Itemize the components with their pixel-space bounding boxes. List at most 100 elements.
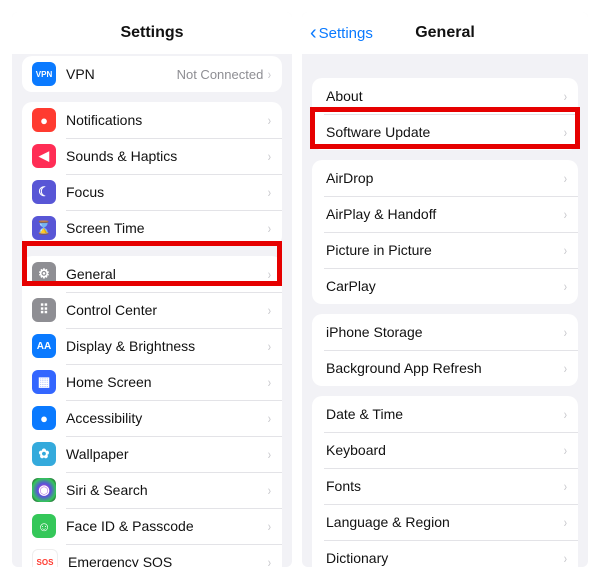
general-row-date-time[interactable]: Date & Time› (312, 396, 578, 432)
gear-icon: ⚙ (32, 262, 56, 286)
row-label: Fonts (326, 478, 563, 494)
settings-row-faceid-passcode[interactable]: ☺ Face ID & Passcode› (22, 508, 282, 544)
settings-row-sounds-haptics[interactable]: ◀ Sounds & Haptics› (22, 138, 282, 174)
row-value: Not Connected (177, 67, 264, 82)
general-row-about[interactable]: About› (312, 78, 578, 114)
row-label: VPN (66, 66, 177, 82)
chevron-right-icon: › (268, 410, 271, 426)
general-pane: ‹ Settings General About›Software Update… (302, 12, 588, 567)
row-label: Screen Time (66, 220, 267, 236)
flower-icon: ✿ (32, 442, 56, 466)
settings-row-focus[interactable]: ☾ Focus› (22, 174, 282, 210)
row-label: iPhone Storage (326, 324, 563, 340)
settings-row-vpn[interactable]: VPN VPN Not Connected › (22, 56, 282, 92)
person-icon: ● (32, 406, 56, 430)
row-label: AirPlay & Handoff (326, 206, 563, 222)
row-label: About (326, 88, 563, 104)
row-label: Accessibility (66, 410, 267, 426)
chevron-right-icon: › (564, 124, 567, 140)
row-label: Control Center (66, 302, 267, 318)
face-icon: ☺ (32, 514, 56, 538)
row-label: Siri & Search (66, 482, 267, 498)
row-label: General (66, 266, 267, 282)
row-label: Sounds & Haptics (66, 148, 267, 164)
row-label: Picture in Picture (326, 242, 563, 258)
chevron-right-icon: › (268, 554, 271, 567)
row-label: Display & Brightness (66, 338, 267, 354)
vpn-icon: VPN (32, 62, 56, 86)
chevron-right-icon: › (564, 242, 567, 258)
settings-row-notifications[interactable]: ● Notifications› (22, 102, 282, 138)
settings-group-vpn: VPN VPN Not Connected › (22, 56, 282, 92)
back-button[interactable]: ‹ Settings (310, 12, 373, 54)
settings-group-3: ⚙General›⠿Control Center›AADisplay & Bri… (22, 256, 282, 567)
general-row-airdrop[interactable]: AirDrop› (312, 160, 578, 196)
row-label: Date & Time (326, 406, 563, 422)
bell-icon: ● (32, 108, 56, 132)
general-header: ‹ Settings General (302, 12, 588, 54)
row-label: Notifications (66, 112, 267, 128)
general-row-iphone-storage[interactable]: iPhone Storage› (312, 314, 578, 350)
chevron-right-icon: › (268, 446, 271, 462)
general-row-language-region[interactable]: Language & Region› (312, 504, 578, 540)
settings-header: Settings (12, 12, 292, 54)
sos-icon: SOS (32, 549, 58, 567)
general-row-picture-in-picture[interactable]: Picture in Picture› (312, 232, 578, 268)
aa-icon: AA (32, 334, 56, 358)
chevron-right-icon: › (564, 324, 567, 340)
settings-row-display-brightness[interactable]: AA Display & Brightness› (22, 328, 282, 364)
general-row-background-app-refresh[interactable]: Background App Refresh› (312, 350, 578, 386)
back-label: Settings (319, 25, 373, 42)
row-label: Face ID & Passcode (66, 518, 267, 534)
chevron-right-icon: › (564, 550, 567, 566)
moon-icon: ☾ (32, 180, 56, 204)
settings-row-emergency-sos[interactable]: SOS Emergency SOS› (22, 544, 282, 567)
row-label: Emergency SOS (68, 554, 267, 567)
chevron-right-icon: › (268, 518, 271, 534)
row-label: Language & Region (326, 514, 563, 530)
chevron-right-icon: › (268, 374, 271, 390)
general-row-fonts[interactable]: Fonts› (312, 468, 578, 504)
row-label: Software Update (326, 124, 563, 140)
row-label: Wallpaper (66, 446, 267, 462)
speaker-icon: ◀ (32, 144, 56, 168)
general-row-software-update[interactable]: Software Update› (312, 114, 578, 150)
row-label: Home Screen (66, 374, 267, 390)
chevron-right-icon: › (268, 302, 271, 318)
chevron-right-icon: › (268, 220, 271, 236)
chevron-right-icon: › (268, 184, 271, 200)
row-label: AirDrop (326, 170, 563, 186)
grid-icon: ▦ (32, 370, 56, 394)
chevron-right-icon: › (564, 278, 567, 294)
general-row-airplay-handoff[interactable]: AirPlay & Handoff› (312, 196, 578, 232)
settings-row-home-screen[interactable]: ▦ Home Screen› (22, 364, 282, 400)
settings-row-siri-search[interactable]: ◉ Siri & Search› (22, 472, 282, 508)
row-label: Dictionary (326, 550, 563, 566)
chevron-left-icon: ‹ (310, 23, 317, 43)
row-label: Focus (66, 184, 267, 200)
chevron-right-icon: › (268, 338, 271, 354)
settings-row-screen-time[interactable]: ⌛Screen Time› (22, 210, 282, 246)
chevron-right-icon: › (268, 66, 271, 82)
settings-row-general[interactable]: ⚙General› (22, 256, 282, 292)
chevron-right-icon: › (564, 442, 567, 458)
page-title: General (415, 24, 475, 42)
chevron-right-icon: › (268, 148, 271, 164)
general-group-4: Date & Time›Keyboard›Fonts›Language & Re… (312, 396, 578, 567)
general-row-dictionary[interactable]: Dictionary› (312, 540, 578, 567)
chevron-right-icon: › (564, 478, 567, 494)
chevron-right-icon: › (564, 170, 567, 186)
row-label: CarPlay (326, 278, 563, 294)
chevron-right-icon: › (564, 206, 567, 222)
settings-row-wallpaper[interactable]: ✿ Wallpaper› (22, 436, 282, 472)
chevron-right-icon: › (564, 406, 567, 422)
settings-row-accessibility[interactable]: ● Accessibility› (22, 400, 282, 436)
chevron-right-icon: › (268, 482, 271, 498)
settings-group-2: ●Notifications›◀Sounds & Haptics›☾Focus›… (22, 102, 282, 246)
general-row-keyboard[interactable]: Keyboard› (312, 432, 578, 468)
chevron-right-icon: › (268, 112, 271, 128)
general-row-carplay[interactable]: CarPlay› (312, 268, 578, 304)
settings-row-control-center[interactable]: ⠿Control Center› (22, 292, 282, 328)
general-group-1: About›Software Update› (312, 78, 578, 150)
siri-icon: ◉ (32, 478, 56, 502)
